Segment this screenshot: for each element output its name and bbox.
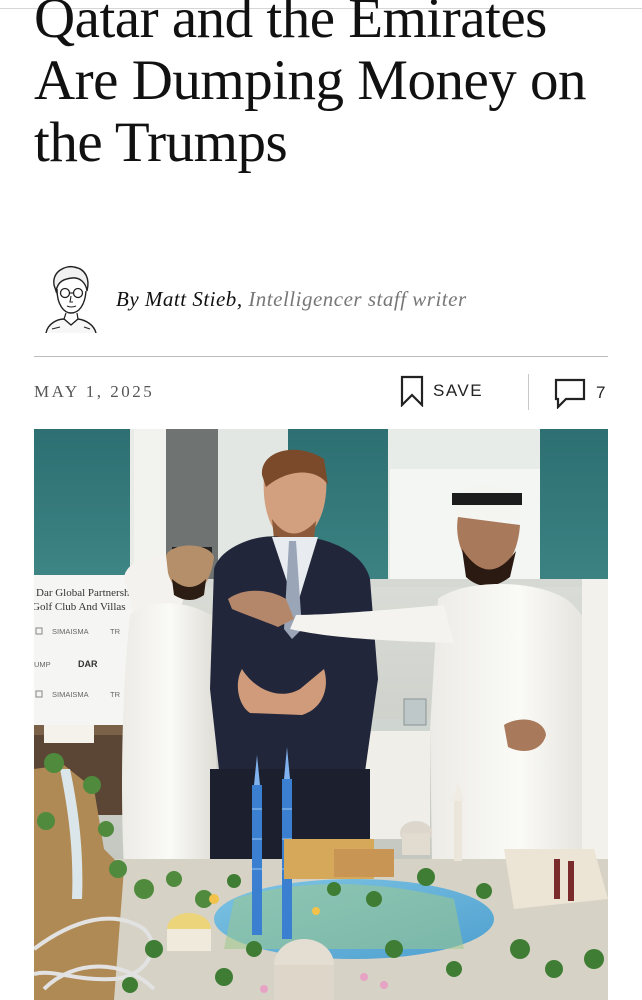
author-name[interactable]: Matt Stieb (145, 287, 237, 311)
byline-prefix: By (116, 286, 140, 311)
meta-separator (528, 374, 529, 410)
logo-text: UMP (34, 660, 51, 669)
divider (34, 356, 608, 357)
comment-count: 7 (596, 383, 606, 402)
hero-photo: Dar Global Partnershi Golf Club And Vill… (34, 429, 608, 1000)
save-button[interactable]: SAVE (400, 374, 483, 408)
headline: Qatar and the Emirates Are Dumping Money… (34, 0, 587, 174)
hero-image[interactable]: Dar Global Partnershi Golf Club And Vill… (34, 429, 608, 1000)
logo-text: TR (110, 690, 121, 699)
publish-date: MAY 1, 2025 (34, 382, 155, 401)
comments-button[interactable]: 7 (554, 376, 605, 410)
sign-text-1: Dar Global Partnershi (36, 587, 133, 599)
bookmark-icon (400, 375, 424, 407)
save-label: SAVE (433, 381, 484, 400)
byline-row: By Matt Stieb, Intelligencer staff write… (40, 262, 620, 334)
byline: By Matt Stieb, Intelligencer staff write… (116, 286, 467, 311)
comment-bubble-icon (554, 378, 586, 409)
author-role: Intelligencer staff writer (248, 286, 467, 311)
author-avatar[interactable] (40, 263, 100, 334)
logo-text: SIMAISMA (52, 690, 89, 699)
sign-text-2: Golf Club And Villas (34, 601, 126, 613)
logo-text: DAR (78, 659, 98, 669)
article-meta: MAY 1, 2025 SAVE 7 (34, 372, 608, 412)
logo-text: SIMAISMA (52, 627, 89, 636)
logo-text: TR (110, 627, 121, 636)
